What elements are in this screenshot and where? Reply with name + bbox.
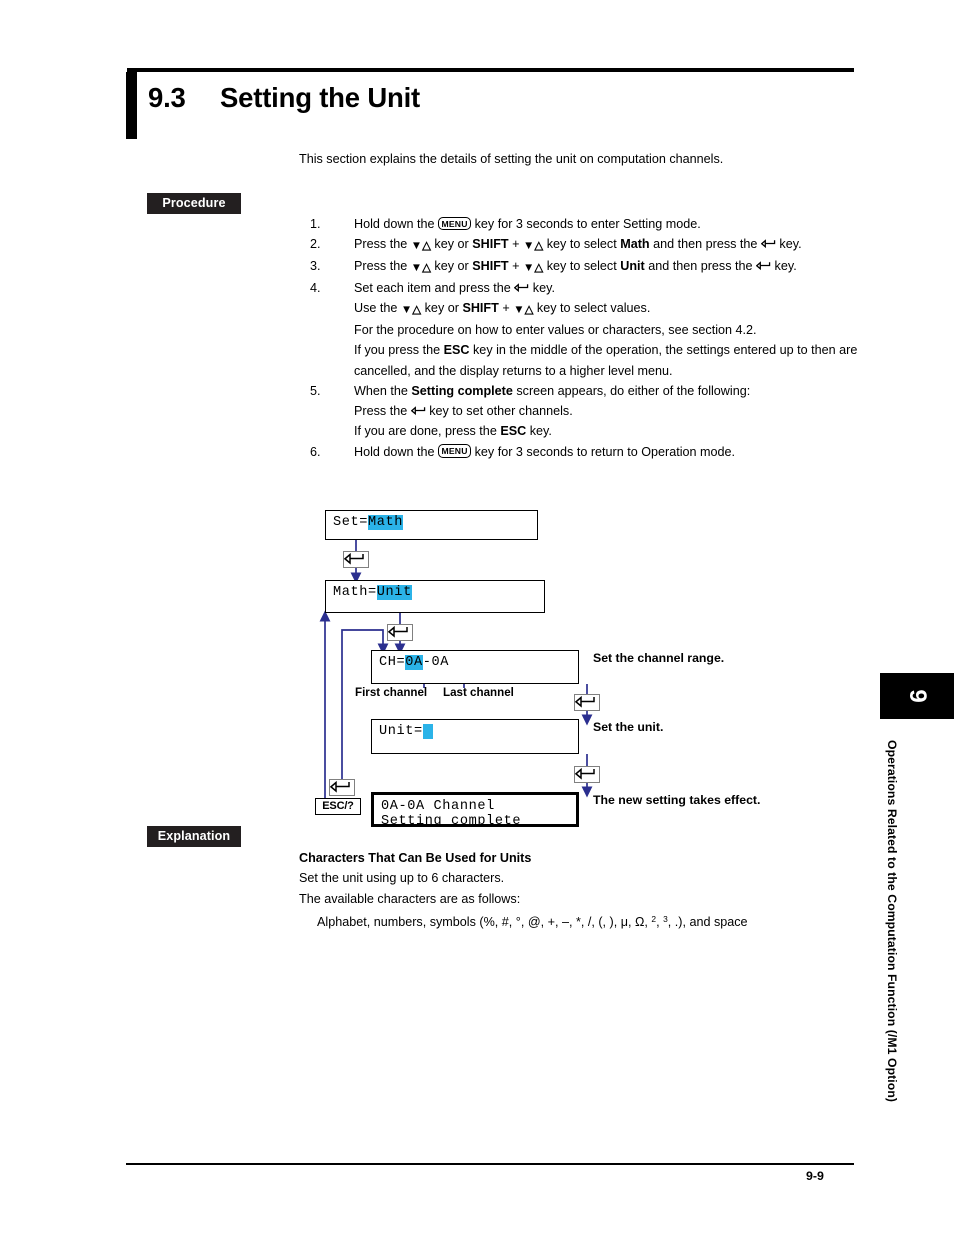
menu-key-icon: MENU — [438, 444, 472, 458]
enter-key-icon — [410, 405, 426, 416]
header-rule — [127, 68, 854, 72]
step-number: 2. — [310, 237, 321, 252]
lcd-highlight: Math — [368, 515, 404, 530]
enter-key-icon — [760, 238, 776, 249]
callout-first-channel: First channel — [355, 686, 428, 699]
lcd-line: Unit= — [379, 724, 433, 739]
text-cursor — [422, 724, 433, 739]
callout-last-channel: Last channel — [443, 686, 514, 699]
emphasis: SHIFT — [472, 259, 509, 274]
step-text: Press the ▼△ key or SHIFT + ▼△ key to se… — [354, 237, 802, 252]
step-number: 5. — [310, 383, 321, 398]
lcd-screen-math-unit: Math=Unit — [325, 580, 545, 613]
lcd-screen-setting-complete: 0A-0A Channel Setting complete — [371, 792, 579, 827]
intro-paragraph: This section explains the details of set… — [299, 152, 724, 166]
explanation-line-2: The available characters are as follows: — [299, 891, 521, 906]
procedure-step: 4. Set each item and press the key. — [310, 278, 860, 298]
lcd-line: Setting complete — [381, 814, 522, 827]
emphasis: SHIFT — [462, 301, 499, 316]
updown-arrow-key-icon: ▼△ — [410, 261, 431, 274]
procedure-substep: Press the key to set other channels. — [354, 404, 573, 419]
procedure-substep: If you are done, press the ESC key. — [354, 424, 552, 439]
procedure-step: 5. When the Setting complete screen appea… — [310, 381, 860, 401]
page-title: Setting the Unit — [220, 82, 420, 113]
explanation-heading: Characters That Can Be Used for Units — [299, 851, 532, 865]
procedure-step: 3. Press the ▼△ key or SHIFT + ▼△ key to … — [310, 256, 860, 278]
emphasis: Math — [620, 237, 650, 252]
enter-key-icon[interactable] — [387, 624, 413, 641]
enter-key-icon[interactable] — [574, 694, 600, 711]
step-text: Hold down the MENU key for 3 seconds to … — [354, 216, 701, 231]
explanation-tag: Explanation — [147, 826, 241, 847]
section-number: 9.3 — [148, 82, 186, 113]
procedure-substep: If you press the ESC key in the middle o… — [354, 343, 858, 378]
emphasis: Setting complete — [411, 383, 513, 398]
explanation-section: Characters That Can Be Used for Units Se… — [299, 848, 859, 933]
enter-key-icon — [756, 260, 771, 271]
chapter-number: 9 — [904, 689, 931, 703]
emphasis: Unit — [620, 259, 645, 274]
header-accent-bar — [126, 72, 137, 139]
procedure-substep: For the procedure on how to enter values… — [354, 322, 757, 337]
step-number: 3. — [310, 259, 321, 274]
procedure-steps: 1. Hold down the MENU key for 3 seconds t… — [310, 214, 860, 462]
lcd-text: -0A — [422, 655, 450, 670]
step-number: 4. — [310, 280, 321, 295]
page-number: 9-9 — [806, 1169, 824, 1183]
procedure-substep: Use the ▼△ key or SHIFT + ▼△ key to sele… — [354, 298, 860, 320]
lcd-line: 0A-0A Channel — [381, 799, 495, 814]
procedure-step: 2. Press the ▼△ key or SHIFT + ▼△ key to … — [310, 234, 860, 256]
emphasis: SHIFT — [472, 237, 509, 252]
updown-arrow-key-icon: ▼△ — [522, 261, 544, 274]
emphasis: ESC — [500, 424, 527, 439]
menu-key-icon: MENU — [438, 216, 472, 230]
lcd-text: Unit= — [379, 724, 423, 739]
diagram-label-takes-effect: The new setting takes effect. — [593, 793, 761, 807]
updown-arrow-key-icon: ▼△ — [410, 239, 431, 252]
step-text: Press the ▼△ key or SHIFT + ▼△ key to se… — [354, 259, 797, 274]
lcd-text: CH= — [379, 655, 406, 670]
lcd-text: Set= — [333, 515, 369, 530]
charlist-suffix: , .), and space — [667, 915, 748, 930]
step-text: Set each item and press the key. — [354, 280, 555, 295]
diagram-label-channel-range: Set the channel range. — [593, 651, 725, 665]
enter-key-icon[interactable] — [574, 766, 600, 783]
step-number: 1. — [310, 217, 321, 231]
lcd-line: Set=Math — [333, 515, 404, 530]
enter-key-icon[interactable] — [329, 779, 355, 796]
lcd-text: 0A-0A Channel — [381, 799, 495, 814]
procedure-step: 1. Hold down the MENU key for 3 seconds t… — [310, 214, 860, 234]
enter-key-icon[interactable] — [343, 551, 369, 568]
charlist-prefix: Alphabet, numbers, symbols (%, #, °, @, … — [317, 915, 652, 930]
lcd-screen-set-math: Set=Math — [325, 510, 538, 540]
lcd-text: Math= — [333, 585, 377, 600]
lcd-screen-channel-range: CH=0A-0A — [371, 650, 579, 684]
emphasis: ESC — [443, 343, 470, 358]
updown-arrow-key-icon: ▼△ — [400, 303, 422, 316]
procedure-step: 6. Hold down the MENU key for 3 seconds t… — [310, 442, 860, 462]
step-text: When the Setting complete screen appears… — [354, 383, 751, 398]
enter-key-icon — [514, 282, 529, 293]
explanation-line-1: Set the unit using up to 6 characters. — [299, 871, 505, 886]
lcd-screen-unit-entry: Unit= — [371, 719, 579, 754]
updown-arrow-key-icon: ▼△ — [522, 239, 544, 252]
chapter-title-vertical: Operations Related to the Computation Fu… — [885, 740, 899, 1103]
procedure-tag: Procedure — [147, 193, 241, 214]
lcd-line: Math=Unit — [333, 585, 412, 600]
step-text: Hold down the MENU key for 3 seconds to … — [354, 444, 736, 459]
lcd-highlight: Unit — [376, 585, 412, 600]
diagram-label-unit: Set the unit. — [593, 720, 664, 734]
esc-key-button[interactable]: ESC/? — [315, 798, 361, 815]
step-number: 6. — [310, 444, 321, 459]
setting-flow-diagram: Set=Math Math=Unit CH=0A-0A Unit= 0A-0A … — [315, 498, 855, 828]
updown-arrow-key-icon: ▼△ — [513, 303, 534, 316]
explanation-character-list: Alphabet, numbers, symbols (%, #, °, @, … — [299, 909, 859, 932]
lcd-text: Setting complete — [381, 814, 522, 827]
footer-rule — [126, 1163, 854, 1165]
lcd-highlight: 0A — [405, 655, 423, 670]
lcd-line: CH=0A-0A — [379, 655, 449, 670]
